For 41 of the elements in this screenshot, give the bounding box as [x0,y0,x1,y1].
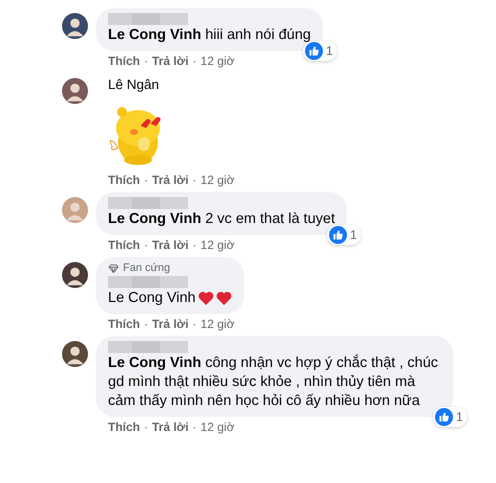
author-name[interactable]: Lê Ngân [108,77,160,92]
badge-label: Fan cứng [123,262,170,274]
like-link[interactable]: Thích [108,173,140,188]
heart-icon [198,291,214,306]
thumbs-up-icon [435,408,454,426]
separator-dot: · [144,238,148,253]
like-link[interactable]: Thích [108,54,140,69]
separator-dot: · [144,173,148,188]
reaction-count[interactable]: 1 [302,41,337,61]
timestamp[interactable]: 12 giờ [200,317,234,332]
separator-dot: · [192,54,197,69]
comment-text: Le Cong Vinh [108,289,196,308]
avatar-icon[interactable] [62,262,88,288]
reply-link[interactable]: Trả lời [152,238,189,253]
avatar-icon[interactable] [62,78,88,104]
diamond-icon [108,264,119,272]
separator-dot: · [144,54,148,69]
avatar-icon[interactable] [62,13,88,39]
timestamp[interactable]: 12 giờ [200,238,234,253]
reply-link[interactable]: Trả lời [152,317,189,332]
heart-icon [216,291,232,306]
timestamp[interactable]: 12 giờ [200,420,234,435]
separator-dot: · [192,317,197,332]
reply-link[interactable]: Trả lời [152,54,189,69]
reaction-count[interactable]: 1 [433,407,467,427]
separator-dot: · [192,420,197,435]
reply-link[interactable]: Trả lời [152,173,189,188]
separator-dot: · [192,238,197,253]
timestamp[interactable]: 12 giờ [200,54,234,69]
separator-dot: · [144,317,148,332]
avatar-icon[interactable] [62,341,88,367]
separator-dot: · [192,173,197,188]
reply-link[interactable]: Trả lời [152,420,189,435]
thumbs-up-icon [329,226,348,244]
separator-dot: · [144,420,148,435]
timestamp[interactable]: 12 giờ [200,173,234,188]
thumbs-up-icon [304,42,323,60]
like-link[interactable]: Thích [108,238,140,253]
like-link[interactable]: Thích [108,317,140,332]
like-link[interactable]: Thích [108,420,140,435]
reaction-count[interactable]: 1 [327,225,361,245]
